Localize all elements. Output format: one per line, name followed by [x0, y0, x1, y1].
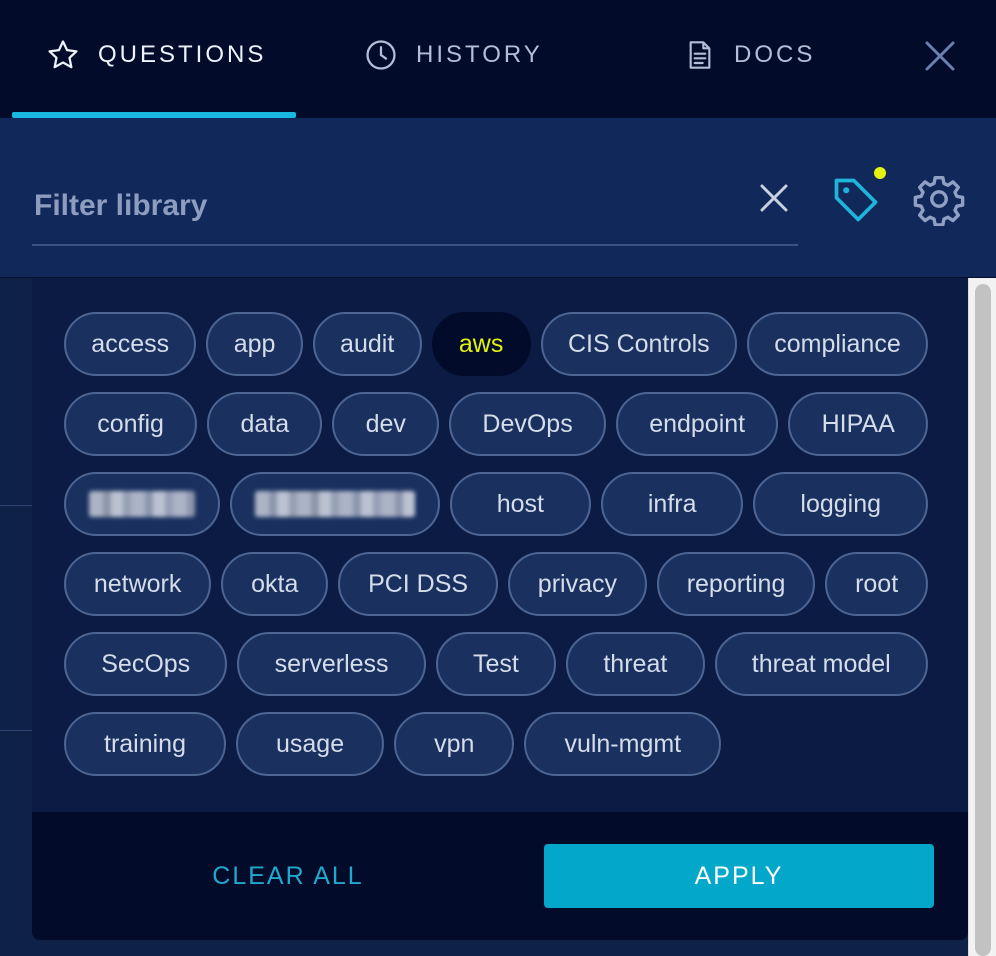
- tag-chip[interactable]: config: [64, 392, 198, 456]
- tag-chip[interactable]: aws: [431, 312, 531, 376]
- tag-chip[interactable]: vpn: [394, 712, 515, 776]
- tag-chip-label: app: [233, 329, 276, 358]
- tag-chip-label: Test: [473, 649, 519, 678]
- gear-icon[interactable]: [912, 172, 968, 228]
- tag-chip-label: infra: [647, 489, 697, 518]
- tag-chip[interactable]: logging: [753, 472, 928, 536]
- tag-chip[interactable]: PCI DSS: [338, 552, 498, 616]
- redacted-label: [254, 491, 415, 517]
- tag-chip-label: threat model: [751, 649, 891, 678]
- tag-chip-label: host: [496, 489, 544, 518]
- tag-chip[interactable]: audit: [312, 312, 422, 376]
- tag-chip[interactable]: okta: [221, 552, 329, 616]
- tag-chip-label: threat: [603, 649, 668, 678]
- tag-chip-label: logging: [800, 489, 882, 518]
- tag-chip-label: root: [855, 569, 899, 598]
- tag-chip[interactable]: HIPAA: [788, 392, 929, 456]
- tag-chip[interactable]: endpoint: [615, 392, 779, 456]
- tag-chip-redacted[interactable]: [229, 472, 440, 536]
- tag-chip[interactable]: threat model: [714, 632, 928, 696]
- tag-chip-label: compliance: [774, 329, 901, 358]
- tab-history-label: HISTORY: [416, 41, 543, 68]
- clear-filter-icon[interactable]: [756, 180, 792, 216]
- tag-chip-label: endpoint: [649, 409, 746, 438]
- tag-chip-label: vuln-mgmt: [564, 729, 682, 758]
- tag-chip-label: HIPAA: [821, 409, 895, 438]
- tag-chip-redacted[interactable]: [64, 472, 220, 536]
- list-divider: [0, 505, 32, 506]
- tag-chip[interactable]: reporting: [656, 552, 816, 616]
- tag-chip-label: serverless: [274, 649, 389, 678]
- tag-chip-row: config data dev DevOps endpoint HIPAA: [64, 392, 929, 456]
- document-icon: [684, 38, 716, 72]
- tab-questions[interactable]: QUESTIONS: [46, 0, 266, 118]
- tag-chip-label: dev: [365, 409, 406, 438]
- scrollbar-thumb[interactable]: [975, 284, 991, 956]
- tab-history[interactable]: HISTORY: [364, 0, 543, 118]
- tab-docs-label: DOCS: [734, 41, 816, 68]
- tag-chip[interactable]: app: [206, 312, 303, 376]
- tag-chip[interactable]: vuln-mgmt: [524, 712, 722, 776]
- apply-button[interactable]: APPLY: [544, 844, 934, 908]
- tag-chip[interactable]: CIS Controls: [540, 312, 737, 376]
- clear-all-button[interactable]: CLEAR ALL: [152, 844, 424, 908]
- filter-library-input[interactable]: [32, 180, 798, 246]
- tag-chip-row: SecOps serverless Test threat threat model: [64, 632, 928, 696]
- tag-chip[interactable]: root: [825, 552, 929, 616]
- tag-chip[interactable]: compliance: [746, 312, 929, 376]
- tag-chip[interactable]: data: [207, 392, 323, 456]
- list-divider: [0, 730, 32, 731]
- tag-chip[interactable]: access: [64, 312, 197, 376]
- tag-chip[interactable]: serverless: [237, 632, 426, 696]
- tag-chip[interactable]: training: [64, 712, 226, 776]
- star-icon: [46, 38, 80, 72]
- tag-chip-label: reporting: [686, 569, 786, 598]
- tag-chip-label: privacy: [537, 569, 617, 598]
- tag-chip[interactable]: Test: [435, 632, 557, 696]
- tag-chip[interactable]: dev: [332, 392, 440, 456]
- dropdown-footer: CLEAR ALL APPLY: [32, 812, 968, 940]
- tag-chip-label: usage: [276, 729, 345, 758]
- active-filter-indicator: [874, 167, 886, 179]
- tag-chip-label: aws: [458, 329, 504, 358]
- tag-chip-row: access app audit aws CIS Controls compliance: [64, 312, 929, 376]
- tag-chip-label: CIS Controls: [567, 329, 710, 358]
- tag-chip-label: DevOps: [482, 409, 573, 438]
- tag-filter-panel: QUESTIONS HISTORY DOCS Filter library ac…: [0, 0, 996, 956]
- tag-chip-label: data: [240, 409, 290, 438]
- tag-chip[interactable]: privacy: [507, 552, 647, 616]
- tag-chip-label: training: [104, 729, 186, 758]
- tag-chip-row: host infra logging: [64, 472, 928, 536]
- tag-chip[interactable]: SecOps: [64, 632, 228, 696]
- tag-chip-label: SecOps: [101, 649, 191, 678]
- tag-dropdown: access app audit aws CIS Controls compliance c…: [32, 278, 968, 940]
- top-nav: QUESTIONS HISTORY DOCS: [0, 0, 996, 118]
- tag-chip[interactable]: network: [64, 552, 212, 616]
- tab-docs[interactable]: DOCS: [684, 0, 815, 118]
- tag-chip-label: config: [97, 409, 164, 438]
- tag-chip-label: vpn: [434, 729, 475, 758]
- close-icon[interactable]: [920, 36, 960, 76]
- tag-chip-label: PCI DSS: [368, 569, 469, 598]
- tag-chip-label: access: [91, 329, 170, 358]
- tag-chip-row: network okta PCI DSS privacy reporting root: [64, 552, 929, 616]
- tag-chip-label: network: [93, 569, 182, 598]
- tag-chip-label: okta: [251, 569, 299, 598]
- clock-icon: [364, 38, 398, 72]
- tag-chip[interactable]: infra: [600, 472, 744, 536]
- tag-chip-label: audit: [340, 329, 395, 358]
- tag-chip[interactable]: usage: [236, 712, 385, 776]
- tag-chip[interactable]: DevOps: [449, 392, 606, 456]
- tag-chip-list: access app audit aws CIS Controls compliance c…: [64, 312, 929, 792]
- tag-icon[interactable]: [830, 174, 886, 230]
- tab-questions-label: QUESTIONS: [98, 41, 267, 68]
- tag-chip[interactable]: threat: [566, 632, 705, 696]
- tag-chip-row: training usage vpn vuln-mgmt: [64, 712, 928, 776]
- filter-bar: [0, 118, 996, 278]
- redacted-label: [88, 491, 195, 517]
- tag-chip[interactable]: host: [449, 472, 591, 536]
